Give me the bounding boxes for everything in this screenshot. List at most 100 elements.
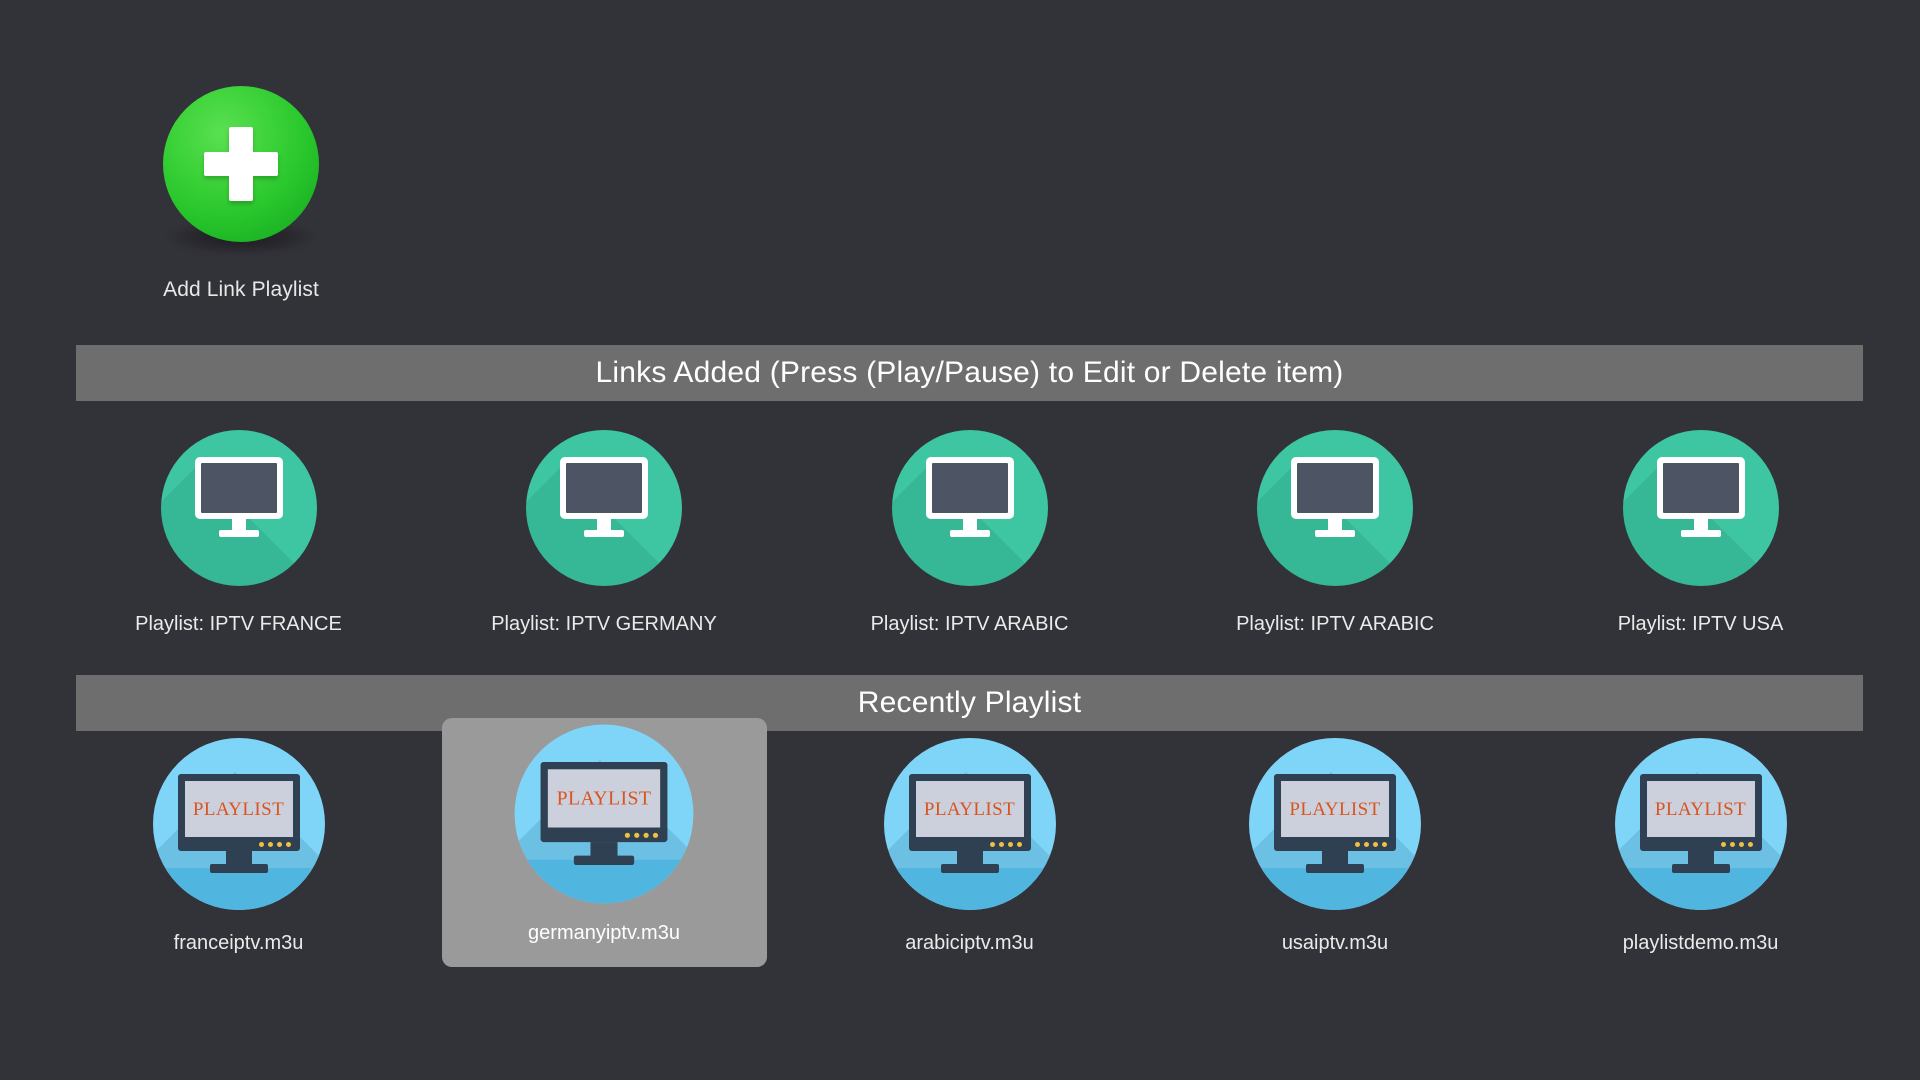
links-added-row: Playlist: IPTV FRANCE Playlist: IPTV GER… xyxy=(76,420,1863,636)
playlist-icon-dots xyxy=(1355,842,1387,847)
indicator-dot xyxy=(1016,842,1022,847)
playlist-tile-usaiptv[interactable]: PLAYLIST usaiptv.m3u xyxy=(1173,728,1498,955)
playlist-icon-screen: PLAYLIST xyxy=(184,781,293,837)
add-button-wrapper[interactable] xyxy=(161,84,321,254)
playlist-icon-bezel: PLAYLIST xyxy=(177,774,300,851)
indicator-dot xyxy=(1007,842,1013,847)
link-tile-france[interactable]: Playlist: IPTV FRANCE xyxy=(76,420,401,636)
indicator-dot xyxy=(285,842,291,847)
link-tile-usa[interactable]: Playlist: IPTV USA xyxy=(1538,420,1863,636)
playlist-icon-screen: PLAYLIST xyxy=(1646,781,1755,837)
indicator-dot xyxy=(1747,842,1753,847)
playlist-tile-arabiciptv[interactable]: PLAYLIST arabiciptv.m3u xyxy=(807,728,1132,955)
playlist-icon-base xyxy=(940,864,999,873)
links-added-section-header: Links Added (Press (Play/Pause) to Edit … xyxy=(76,345,1863,401)
playlist-icon-dots xyxy=(989,842,1022,847)
indicator-dot xyxy=(1355,842,1360,847)
playlist-tile-label: usaiptv.m3u xyxy=(1281,932,1389,954)
playlist-screen-text: PLAYLIST xyxy=(1654,798,1747,820)
recently-playlist-section-header: Recently Playlist xyxy=(76,675,1863,731)
playlist-tile-playlistdemo[interactable]: PLAYLIST playlistdemo.m3u xyxy=(1538,728,1863,955)
playlist-monitor-icon: PLAYLIST xyxy=(514,724,694,904)
playlist-monitor-icon: PLAYLIST xyxy=(1614,738,1787,910)
tv-monitor-icon xyxy=(1257,430,1413,586)
indicator-dot xyxy=(1373,842,1378,847)
playlist-tile-label: franceiptv.m3u xyxy=(173,932,304,954)
playlist-screen-text: PLAYLIST xyxy=(192,798,285,820)
indicator-dot xyxy=(634,832,640,838)
tv-icon-screen xyxy=(931,463,1008,513)
link-tile-label: Playlist: IPTV GERMANY xyxy=(491,613,717,635)
playlist-screen-text: PLAYLIST xyxy=(556,787,652,810)
tv-icon-bezel xyxy=(925,457,1014,519)
links-added-title: Links Added (Press (Play/Pause) to Edit … xyxy=(595,356,1344,389)
indicator-dot xyxy=(643,832,649,838)
tv-icon-screen xyxy=(1297,463,1373,513)
tv-icon-base xyxy=(218,530,259,537)
playlist-icon-bezel: PLAYLIST xyxy=(908,774,1031,851)
indicator-dot xyxy=(1738,842,1744,847)
playlist-tile-label: germanyiptv.m3u xyxy=(528,922,680,944)
playlist-icon-screen: PLAYLIST xyxy=(915,781,1024,837)
playlist-icon-dots xyxy=(258,842,291,847)
tv-icon-bezel xyxy=(1656,457,1745,519)
tv-icon-bezel xyxy=(1291,457,1379,519)
indicator-dot xyxy=(1720,842,1726,847)
indicator-dot xyxy=(1729,842,1735,847)
tv-icon-screen xyxy=(200,463,277,513)
tv-monitor-icon xyxy=(1622,430,1779,586)
link-tile-arabic-2[interactable]: Playlist: IPTV ARABIC xyxy=(1173,420,1498,636)
playlist-monitor-icon: PLAYLIST xyxy=(152,738,325,910)
indicator-dot xyxy=(1382,842,1387,847)
playlist-icon-dots xyxy=(624,832,659,838)
plus-icon xyxy=(204,127,278,201)
tv-monitor-icon xyxy=(891,430,1048,586)
link-tile-germany[interactable]: Playlist: IPTV GERMANY xyxy=(442,420,767,636)
playlist-tile-franceiptv[interactable]: PLAYLIST franceiptv.m3u xyxy=(76,728,401,955)
tv-icon-bezel xyxy=(194,457,283,519)
link-tile-arabic-1[interactable]: Playlist: IPTV ARABIC xyxy=(807,420,1132,636)
indicator-dot xyxy=(989,842,995,847)
tv-monitor-icon xyxy=(526,430,682,586)
playlist-screen-text: PLAYLIST xyxy=(923,798,1016,820)
playlist-screen-text: PLAYLIST xyxy=(1289,798,1381,820)
indicator-dot xyxy=(267,842,273,847)
indicator-dot xyxy=(1364,842,1369,847)
add-link-playlist-label: Add Link Playlist xyxy=(163,278,319,301)
playlist-icon-bezel: PLAYLIST xyxy=(1274,774,1396,851)
playlist-icon-screen: PLAYLIST xyxy=(547,769,661,828)
tv-monitor-icon xyxy=(160,430,317,586)
indicator-dot xyxy=(276,842,282,847)
playlist-icon-bezel: PLAYLIST xyxy=(1639,774,1762,851)
playlist-tile-label: arabiciptv.m3u xyxy=(905,932,1034,954)
tv-icon-screen xyxy=(566,463,642,513)
playlist-tile-label: playlistdemo.m3u xyxy=(1622,932,1779,954)
indicator-dot xyxy=(652,832,659,838)
playlist-icon-base xyxy=(1671,864,1730,873)
playlist-icon-base xyxy=(1306,864,1364,873)
tv-icon-bezel xyxy=(560,457,648,519)
link-tile-label: Playlist: IPTV USA xyxy=(1617,613,1784,635)
playlist-icon-base xyxy=(573,855,635,865)
add-button-circle[interactable] xyxy=(163,86,319,242)
playlist-monitor-icon: PLAYLIST xyxy=(1249,738,1421,910)
playlist-icon-screen: PLAYLIST xyxy=(1281,781,1389,837)
playlist-tile-germanyiptv[interactable]: PLAYLIST germanyiptv.m3u xyxy=(441,718,767,967)
link-tile-label: Playlist: IPTV FRANCE xyxy=(135,613,342,635)
recently-playlist-row: PLAYLIST franceiptv.m3u PLAYLIST germany… xyxy=(76,718,1863,967)
indicator-dot xyxy=(998,842,1004,847)
recently-playlist-title: Recently Playlist xyxy=(857,686,1082,719)
tv-icon-screen xyxy=(1662,463,1739,513)
playlist-icon-dots xyxy=(1720,842,1753,847)
tv-icon-base xyxy=(1680,530,1721,537)
indicator-dot xyxy=(258,842,264,847)
link-tile-label: Playlist: IPTV ARABIC xyxy=(870,613,1069,635)
link-tile-label: Playlist: IPTV ARABIC xyxy=(1236,613,1434,635)
playlist-icon-bezel: PLAYLIST xyxy=(540,762,668,843)
tv-icon-base xyxy=(584,530,624,537)
playlist-monitor-icon: PLAYLIST xyxy=(883,738,1056,910)
tv-icon-base xyxy=(949,530,990,537)
tv-icon-base xyxy=(1315,530,1355,537)
add-link-playlist-tile[interactable]: Add Link Playlist xyxy=(76,84,406,302)
playlist-icon-base xyxy=(209,864,268,873)
